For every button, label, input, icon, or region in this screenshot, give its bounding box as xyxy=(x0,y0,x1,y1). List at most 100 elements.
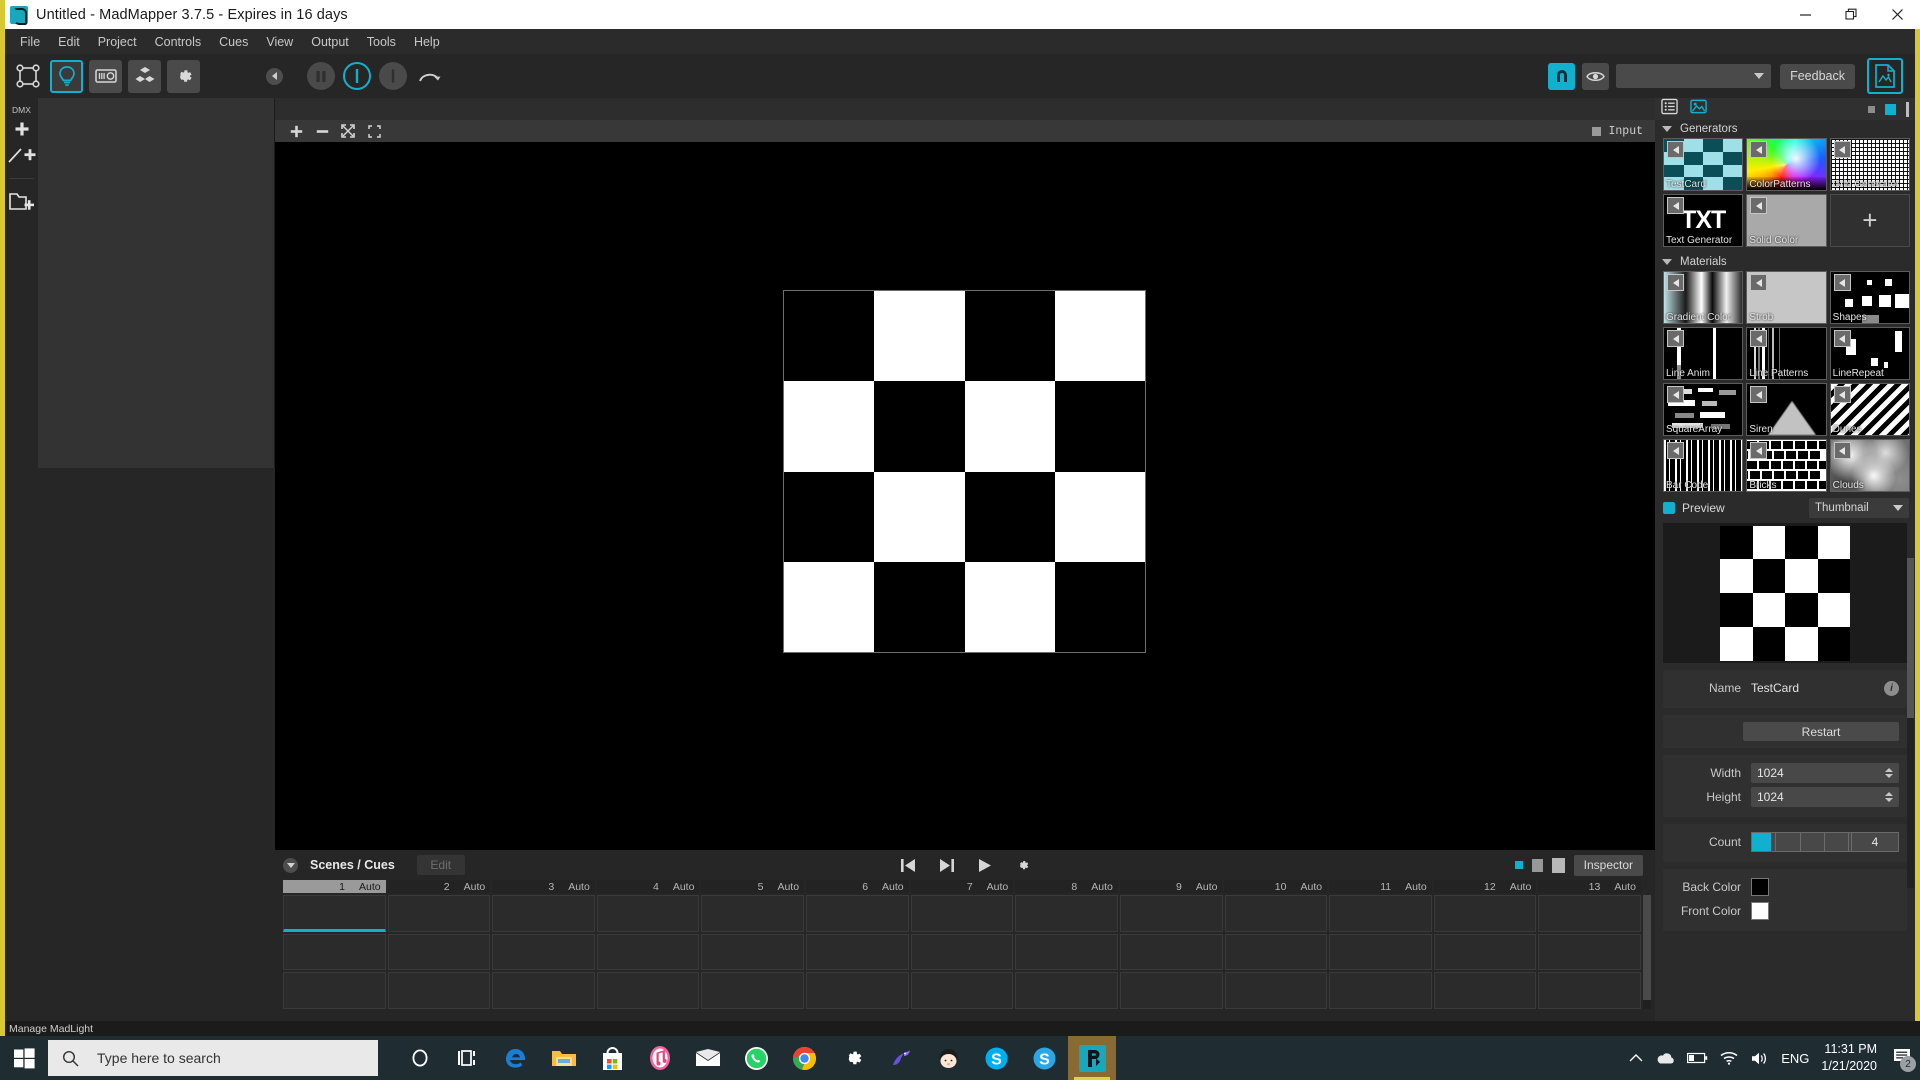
cue-header[interactable]: 7 Auto xyxy=(910,880,1014,893)
tile-play-icon[interactable] xyxy=(1750,274,1768,291)
cue-cell[interactable] xyxy=(283,933,386,971)
cue-cell[interactable] xyxy=(1433,895,1537,932)
checkerboard-surface[interactable] xyxy=(783,290,1146,653)
cue-cell[interactable] xyxy=(806,972,909,1009)
cue-header[interactable]: 9 Auto xyxy=(1119,880,1223,893)
left-list-panel[interactable] xyxy=(38,98,275,468)
show-hidden-icons[interactable] xyxy=(1629,1053,1643,1063)
cue-scrollbar[interactable] xyxy=(1643,895,1651,1009)
cue-cell[interactable] xyxy=(1538,933,1641,971)
play-icon[interactable] xyxy=(978,858,992,873)
menu-output[interactable]: Output xyxy=(302,32,358,52)
library-tile[interactable]: Strob xyxy=(1746,271,1827,324)
action-center-icon[interactable]: 2 xyxy=(1893,1047,1916,1072)
cue-header[interactable]: 3 Auto xyxy=(492,880,595,893)
cue-cell[interactable] xyxy=(1224,972,1328,1009)
zoom-out-icon[interactable] xyxy=(309,120,335,142)
zoom-in-icon[interactable] xyxy=(283,120,309,142)
3d-cubes-icon[interactable] xyxy=(128,59,161,93)
task-view-icon[interactable] xyxy=(444,1036,492,1080)
skype-icon[interactable]: S xyxy=(972,1036,1020,1080)
cue-header[interactable]: 10 Auto xyxy=(1224,880,1328,893)
library-tile[interactable]: Siren xyxy=(1746,383,1827,436)
close-icon[interactable] xyxy=(1874,0,1920,29)
library-tile[interactable]: SquareArray xyxy=(1663,383,1744,436)
search-input[interactable]: Type here to search xyxy=(48,1040,378,1076)
cue-cell[interactable] xyxy=(806,895,909,932)
cue-cell[interactable] xyxy=(806,933,909,971)
cue-cell[interactable] xyxy=(1433,972,1537,1009)
tile-play-icon[interactable] xyxy=(1833,442,1851,459)
spinner-arrows-icon[interactable] xyxy=(1885,768,1893,778)
windows-start-icon[interactable] xyxy=(0,1036,48,1080)
cue-header[interactable]: 1 Auto xyxy=(283,880,386,893)
tile-play-icon[interactable] xyxy=(1667,442,1684,459)
cue-cell[interactable] xyxy=(387,933,491,971)
menu-file[interactable]: File xyxy=(11,32,49,52)
cue-cell[interactable] xyxy=(1538,972,1641,1009)
library-tile[interactable]: Grid Generator xyxy=(1829,138,1910,191)
eye-icon[interactable] xyxy=(1582,62,1610,90)
tile-play-icon[interactable] xyxy=(1833,386,1851,403)
cue-cell[interactable] xyxy=(596,895,700,932)
tile-play-icon[interactable] xyxy=(1667,330,1684,347)
edit-button[interactable]: Edit xyxy=(416,855,465,875)
library-tile[interactable]: Line Anim xyxy=(1663,327,1744,380)
library-tile[interactable]: TestCard xyxy=(1663,138,1744,191)
cue-cell[interactable] xyxy=(1015,972,1118,1009)
light-bulb-icon[interactable] xyxy=(50,59,83,93)
cue-cell[interactable] xyxy=(492,972,595,1009)
minimize-icon[interactable] xyxy=(1782,0,1828,29)
preview-mode-select[interactable]: Thumbnail xyxy=(1809,498,1909,518)
tile-play-icon[interactable] xyxy=(1833,330,1851,347)
cue-cell[interactable] xyxy=(492,933,595,971)
scenes-collapse-arrow[interactable] xyxy=(283,857,298,873)
panel-divider-handle[interactable] xyxy=(1906,101,1909,117)
tile-play-icon[interactable] xyxy=(1667,274,1684,291)
cue-header[interactable]: 13 Auto xyxy=(1538,880,1641,893)
restore-icon[interactable] xyxy=(1828,0,1874,29)
cue-cell[interactable] xyxy=(1015,933,1118,971)
layout-mode-2-icon[interactable] xyxy=(1531,858,1543,872)
tile-play-icon[interactable] xyxy=(1750,442,1768,459)
library-tile[interactable]: Clouds xyxy=(1829,439,1910,492)
cue-cell[interactable] xyxy=(387,972,491,1009)
cue-cell[interactable] xyxy=(701,895,805,932)
cue-cell[interactable] xyxy=(1119,972,1223,1009)
tile-play-icon[interactable] xyxy=(1833,274,1851,291)
height-input[interactable]: 1024 xyxy=(1751,787,1899,807)
itunes-icon[interactable] xyxy=(636,1036,684,1080)
dmx-add-icon[interactable] xyxy=(5,116,38,142)
edge-icon[interactable] xyxy=(492,1036,540,1080)
list-view-icon[interactable] xyxy=(1661,98,1678,120)
selection-icon[interactable] xyxy=(361,120,387,142)
info-icon[interactable]: i xyxy=(1884,680,1899,696)
surfaces-icon[interactable] xyxy=(11,60,44,93)
menu-tools[interactable]: Tools xyxy=(358,32,405,52)
cue-cell[interactable] xyxy=(1538,895,1641,932)
right-panel-scrollbar[interactable] xyxy=(1907,558,1914,888)
settings-gear-icon[interactable] xyxy=(828,1036,876,1080)
library-tile[interactable]: Bricks xyxy=(1746,439,1827,492)
mail-icon[interactable] xyxy=(684,1036,732,1080)
cue-cell[interactable] xyxy=(387,895,491,932)
cue-cell[interactable] xyxy=(283,895,386,932)
tile-play-icon[interactable] xyxy=(1667,197,1684,214)
tile-play-icon[interactable] xyxy=(1750,141,1768,158)
cue-header[interactable]: 12 Auto xyxy=(1433,880,1537,893)
materials-section-header[interactable]: Materials xyxy=(1655,253,1915,271)
tile-play-icon[interactable] xyxy=(1750,330,1768,347)
skip-back-icon[interactable] xyxy=(900,858,916,873)
face-app-icon[interactable] xyxy=(924,1036,972,1080)
library-tile[interactable]: Bar Code xyxy=(1663,439,1744,492)
file-explorer-icon[interactable] xyxy=(540,1036,588,1080)
media-view-icon[interactable] xyxy=(1690,98,1707,120)
wifi-icon[interactable] xyxy=(1720,1051,1738,1065)
skype-business-icon[interactable]: S xyxy=(1020,1036,1068,1080)
inspector-button[interactable]: Inspector xyxy=(1573,854,1643,876)
cue-header[interactable]: 2 Auto xyxy=(387,880,491,893)
skip-forward-icon[interactable] xyxy=(939,858,955,873)
spinner-arrows-icon[interactable] xyxy=(1885,792,1893,802)
preview-canvas[interactable] xyxy=(275,142,1655,850)
cue-cell[interactable] xyxy=(1224,895,1328,932)
